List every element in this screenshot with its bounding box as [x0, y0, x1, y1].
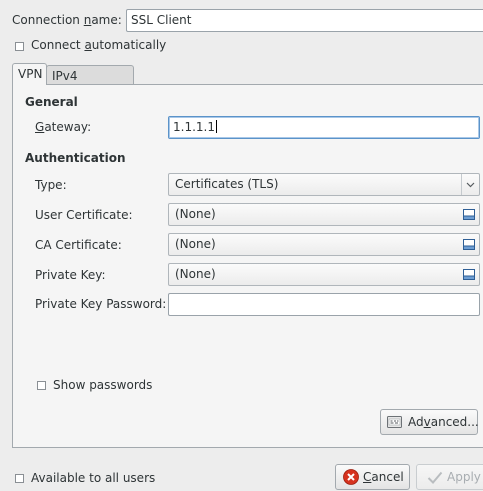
cancel-button[interactable]: Cancel [335, 464, 410, 490]
connect-automatically-checkbox[interactable] [15, 42, 24, 51]
available-to-all-users-label[interactable]: Available to all users [31, 471, 155, 485]
general-heading: General [25, 95, 78, 109]
tab-vpn[interactable]: VPN [12, 63, 47, 85]
show-passwords-label[interactable]: Show passwords [53, 378, 152, 392]
file-chooser-icon [463, 269, 475, 280]
gateway-label: Gateway: [35, 120, 92, 134]
gateway-input[interactable]: 1.1.1.1 [168, 116, 480, 139]
chevron-down-icon [466, 182, 475, 188]
available-to-all-users-checkbox[interactable] [15, 474, 24, 483]
type-label: Type: [35, 178, 67, 192]
type-select-arrow [461, 174, 479, 195]
text-caret [215, 120, 217, 133]
connection-name-input[interactable]: SSL Client [126, 9, 483, 32]
authentication-heading: Authentication [25, 151, 126, 165]
connection-name-label: Connection name: [12, 13, 122, 27]
private-key-password-input[interactable] [168, 293, 480, 316]
private-key-chooser[interactable]: (None) [168, 263, 480, 286]
ca-certificate-label: CA Certificate: [35, 238, 122, 252]
user-certificate-chooser[interactable]: (None) [168, 203, 480, 226]
cancel-icon [343, 469, 359, 485]
tab-ipv4-settings[interactable]: IPv4 Settings [46, 65, 134, 98]
file-chooser-icon [463, 239, 475, 250]
apply-button[interactable]: Apply [416, 464, 483, 490]
connect-automatically-label[interactable]: Connect automatically [31, 38, 166, 52]
advanced-properties-icon [387, 416, 402, 428]
private-key-label: Private Key: [35, 268, 106, 282]
checkmark-icon [427, 471, 443, 484]
ca-certificate-chooser[interactable]: (None) [168, 233, 480, 256]
file-chooser-icon [463, 209, 475, 220]
private-key-password-label: Private Key Password: [35, 297, 167, 311]
show-passwords-checkbox[interactable] [37, 381, 46, 390]
user-certificate-label: User Certificate: [35, 208, 133, 222]
advanced-button[interactable]: Advanced... [380, 409, 479, 435]
type-select[interactable]: Certificates (TLS) [168, 173, 480, 196]
